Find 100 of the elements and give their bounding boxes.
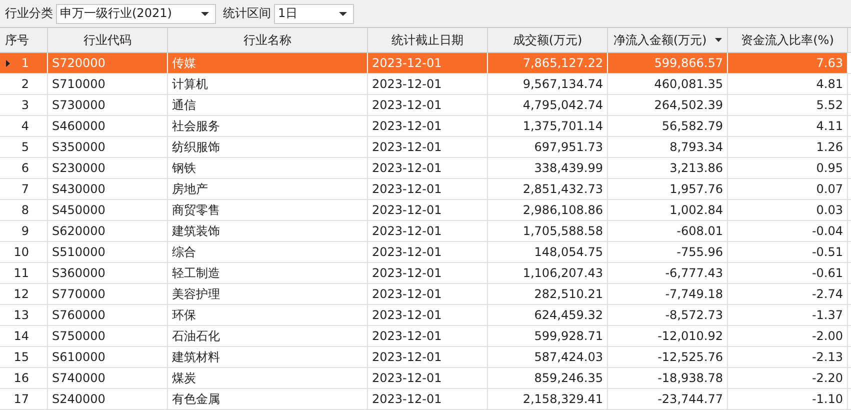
table-cell: 2023-12-01 [372,371,442,385]
table-row[interactable]: 2 S710000 计算机 2023-12-01 9,567,134.74 460,081.35 4.81 [0,74,851,95]
table-cell: 轻工制造 [172,264,220,282]
table-row[interactable]: 12 S770000 美容护理 2023-12-01 282,510.21 -7,749.18 -2.74 [0,284,851,305]
table-cell: 2023-12-01 [372,350,442,364]
table-cell: 有色金属 [172,390,220,408]
table-cell: S240000 [52,392,106,406]
table-cell: 4,795,042.74 [522,98,603,112]
table-cell: S360000 [52,266,106,280]
table-row[interactable]: 7 S430000 房地产 2023-12-01 2,851,432.73 1,957.76 0.07 [0,179,851,200]
table-cell: -23,744.77 [658,392,723,406]
table-cell: S750000 [52,329,106,343]
period-dropdown[interactable]: 1日 [274,4,354,24]
column-header[interactable]: 净流入金额(万元) [608,28,728,52]
table-cell: S460000 [52,119,106,133]
table-cell: 0.07 [816,182,843,196]
table-cell: 3,213.86 [670,161,723,175]
table-row[interactable]: 4 S460000 社会服务 2023-12-01 1,375,701.14 56,582.79 4.11 [0,116,851,137]
table-cell: -2.13 [812,350,843,364]
table-row[interactable]: 3 S730000 通信 2023-12-01 4,795,042.74 264,502.39 5.52 [0,95,851,116]
table-cell: 697,951.73 [534,140,603,154]
table-cell: 2023-12-01 [372,56,442,70]
table-cell: -12,010.92 [658,329,723,343]
table-cell: 13 [14,308,29,322]
table-row[interactable]: 17 S240000 有色金属 2023-12-01 2,158,329.41 -23,744.77 -1.10 [0,389,851,410]
column-header[interactable]: 行业代码 [48,28,168,52]
table-row[interactable]: 6 S230000 钢铁 2023-12-01 338,439.99 3,213.86 0.95 [0,158,851,179]
table-row[interactable]: 11 S360000 轻工制造 2023-12-01 1,106,207.43 -6,777.43 -0.61 [0,263,851,284]
table-cell: 282,510.21 [534,287,603,301]
sort-descending-icon [714,38,722,42]
table-cell: 2 [21,77,29,91]
table-cell: 4.11 [816,119,843,133]
table-cell: S610000 [52,350,106,364]
table-cell: 15 [14,350,29,364]
table-cell: 2023-12-01 [372,161,442,175]
table-cell: S710000 [52,77,106,91]
table-cell: 计算机 [172,76,208,92]
table-row[interactable]: 13 S760000 环保 2023-12-01 624,459.32 -8,572.73 -1.37 [0,305,851,326]
table-cell: -608.01 [676,224,723,238]
table-cell: 2,158,329.41 [522,392,603,406]
table-cell: 4 [21,119,29,133]
table-cell: -2.74 [812,287,843,301]
table-cell: -1.10 [812,392,843,406]
row-pointer-icon [6,60,10,67]
table-cell: -0.04 [812,224,843,238]
table-cell: 建筑装饰 [172,222,220,240]
table-row[interactable]: 9 S620000 建筑装饰 2023-12-01 1,705,588.58 -608.01 -0.04 [0,221,851,242]
table-row[interactable]: 10 S510000 综合 2023-12-01 148,054.75 -755.96 -0.51 [0,242,851,263]
table-row[interactable]: 16 S740000 煤炭 2023-12-01 859,246.35 -18,938.78 -2.20 [0,368,851,389]
table-cell: 建筑材料 [172,348,220,366]
table-cell: 587,424.03 [534,350,603,364]
table-cell: S620000 [52,224,106,238]
table-cell: 599,866.57 [654,56,723,70]
table-cell: 2023-12-01 [372,119,442,133]
table-cell: 2023-12-01 [372,140,442,154]
table-cell: -2.20 [812,371,843,385]
table-cell: -7,749.18 [665,287,723,301]
table-row[interactable]: 5 S350000 纺织服饰 2023-12-01 697,951.73 8,793.34 1.26 [0,137,851,158]
table-cell: S510000 [52,245,106,259]
table-cell: 综合 [172,244,196,260]
period-label: 统计区间 [223,5,271,22]
table-cell: 2023-12-01 [372,329,442,343]
table-row[interactable]: 14 S750000 石油石化 2023-12-01 599,928.71 -12,010.92 -2.00 [0,326,851,347]
column-header[interactable]: 统计截止日期 [368,28,488,52]
table-cell: 8,793.34 [670,140,723,154]
table-cell: 599,928.71 [534,329,603,343]
table-cell: -0.51 [812,245,843,259]
table-cell: 商贸零售 [172,202,220,218]
table-cell: 14 [14,329,29,343]
table-cell: 624,459.32 [534,308,603,322]
column-header[interactable]: 行业名称 [168,28,368,52]
table-cell: 5 [21,140,29,154]
category-dropdown[interactable]: 申万一级行业(2021) [56,4,216,24]
table-cell: 2023-12-01 [372,98,442,112]
table-row[interactable]: 8 S450000 商贸零售 2023-12-01 2,986,108.86 1,002.84 0.03 [0,200,851,221]
table-cell: 石油石化 [172,328,220,344]
table-cell: S770000 [52,287,106,301]
table-cell: 2023-12-01 [372,392,442,406]
table-cell: 1 [21,56,29,70]
table-cell: 2023-12-01 [372,308,442,322]
table-cell: -18,938.78 [658,371,723,385]
table-cell: 1,002.84 [670,203,723,217]
table-cell: 房地产 [172,180,208,198]
table-cell: 2023-12-01 [372,77,442,91]
table-row[interactable]: 15 S610000 建筑材料 2023-12-01 587,424.03 -12,525.76 -2.13 [0,347,851,368]
table-cell: 4.81 [816,77,843,91]
column-header[interactable]: 序号 [0,28,48,52]
table-cell: 16 [14,371,29,385]
table-cell: 环保 [172,306,196,324]
table-cell: 1,705,588.58 [522,224,603,238]
column-header[interactable]: 资金流入比率(%) [728,28,848,52]
column-header[interactable]: 成交额(万元) [488,28,608,52]
table-cell: 11 [14,266,29,280]
table-cell: -1.37 [812,308,843,322]
table-cell: 859,246.35 [534,371,603,385]
category-label: 行业分类 [5,5,53,22]
table-cell: -2.00 [812,329,843,343]
table-cell: S450000 [52,203,106,217]
table-cell: 2023-12-01 [372,203,442,217]
table-cell: 2,851,432.73 [522,182,603,196]
